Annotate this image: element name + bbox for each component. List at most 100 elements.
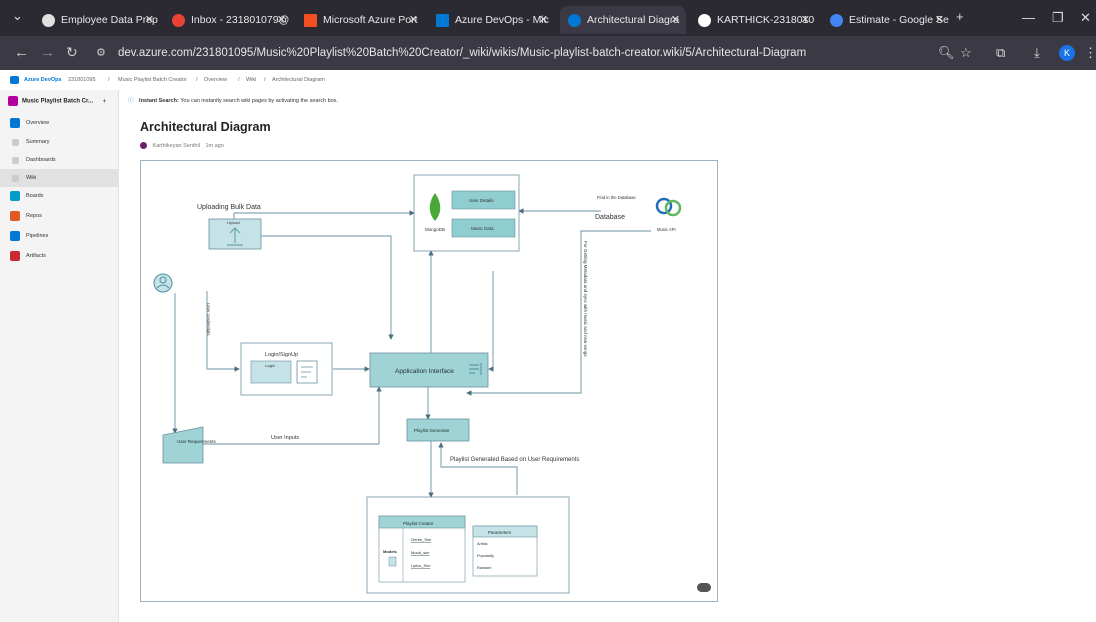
database-label: Database xyxy=(595,214,625,221)
sidebar-item-label: Wiki xyxy=(26,175,37,181)
breadcrumb-page[interactable]: Architectural Diagram xyxy=(272,70,325,90)
user-inputs-label: User Inputs xyxy=(271,435,299,441)
sidebar-item-label: Boards xyxy=(26,193,44,199)
lyrics-sim-label: Lyrics_Sim xyxy=(411,563,431,568)
login-signup-label: Login/SignUp xyxy=(265,352,298,358)
close-icon[interactable]: ✕ xyxy=(277,13,286,26)
overview-icon xyxy=(10,118,20,128)
boards-icon xyxy=(10,191,20,201)
sidebar-item-label: Pipelines xyxy=(26,233,49,239)
sidebar-item-wiki[interactable]: Wiki xyxy=(0,169,118,187)
project-name: Music Playlist Batch Cr... xyxy=(22,98,94,105)
sidebar-item-boards[interactable]: Boards xyxy=(0,187,118,205)
menu-kebab-icon[interactable]: ⋮ xyxy=(1084,45,1096,61)
sidebar-item-repos[interactable]: Repos xyxy=(0,207,118,225)
random-label: Random xyxy=(477,566,491,570)
uploading-bulk-data-label: Uploading Bulk Data xyxy=(197,204,261,211)
back-arrow-icon[interactable]: ← xyxy=(14,44,29,61)
expand-diagram-icon xyxy=(697,583,711,592)
breadcrumb-wiki[interactable]: Wiki xyxy=(246,70,256,90)
extensions-icon[interactable]: ⧉ xyxy=(996,45,1005,61)
metadata-sync-label: For Getting Metadata and sync with music… xyxy=(583,241,588,357)
sidebar-item-dashboards[interactable]: Dashboards xyxy=(0,151,118,169)
tab-search-icon[interactable]: ⌄ xyxy=(12,8,23,24)
left-sidebar: Music Playlist Batch Cr... + Overview Su… xyxy=(0,90,119,622)
info-icon: ⓘ xyxy=(128,98,134,104)
azure-devops-logo-icon[interactable] xyxy=(10,76,19,84)
architecture-diagram: Uploading Bulk Data Upload MongoDB User … xyxy=(140,160,718,602)
music-data-label: Music Data xyxy=(471,226,494,231)
user-credentials-label: User credentials xyxy=(206,303,211,336)
sidebar-item-label: Summary xyxy=(26,139,50,145)
add-icon[interactable]: + xyxy=(103,99,107,105)
close-icon[interactable]: ✕ xyxy=(409,13,418,26)
google-icon xyxy=(830,13,843,27)
browser-tab[interactable]: Azure DevOps - Mic ✕ xyxy=(428,6,554,34)
download-icon[interactable]: ⤓ xyxy=(1034,45,1040,61)
avatar xyxy=(140,142,147,149)
mongodb-label: MongoDB xyxy=(425,227,445,232)
azure-devops-icon xyxy=(568,13,581,27)
sidebar-item-label: Artifacts xyxy=(26,253,46,259)
sidebar-item-overview[interactable]: Overview xyxy=(0,114,118,132)
user-details-label: User Details xyxy=(469,198,494,203)
zoom-icon[interactable]: 🔍︎ xyxy=(938,45,955,61)
close-icon[interactable]: ✕ xyxy=(145,13,154,26)
sidebar-item-pipelines[interactable]: Pipelines xyxy=(0,227,118,245)
minimize-icon[interactable]: — xyxy=(1022,10,1035,25)
close-icon[interactable]: ✕ xyxy=(539,13,548,26)
close-icon[interactable]: ✕ xyxy=(671,13,680,26)
breadcrumb-org[interactable]: 231801095 xyxy=(68,70,96,90)
playlist-creator-label: Playlist Creator xyxy=(403,521,434,526)
reload-icon[interactable]: ↻ xyxy=(66,44,78,61)
repos-icon xyxy=(10,211,20,221)
project-selector[interactable]: Music Playlist Batch Cr... + xyxy=(8,96,106,106)
window-close-icon[interactable]: ✕ xyxy=(1080,10,1091,26)
wiki-icon xyxy=(12,175,19,182)
browser-tab[interactable]: Estimate - Google Se ✕ xyxy=(822,6,950,34)
sidebar-item-label: Repos xyxy=(26,213,42,219)
mood-sim-label: Mood_sim xyxy=(411,550,430,555)
artists-label: Artists xyxy=(477,542,488,546)
instant-search-label: Instant Search: xyxy=(139,98,179,104)
music-api-icon xyxy=(655,197,682,217)
sidebar-item-label: Dashboards xyxy=(26,157,56,163)
browser-tab[interactable]: Microsoft Azure Port ✕ xyxy=(296,6,424,34)
forward-arrow-icon[interactable]: → xyxy=(40,44,55,61)
project-avatar xyxy=(8,96,18,106)
dashboards-icon xyxy=(12,157,19,164)
models-label: Models xyxy=(383,549,398,554)
sidebar-item-label: Overview xyxy=(26,120,49,126)
bookmark-star-icon[interactable]: ☆ xyxy=(960,45,972,61)
browser-tab[interactable]: KARTHICK-2318010 ✕ xyxy=(690,6,816,34)
close-icon[interactable]: ✕ xyxy=(935,13,944,26)
artifacts-icon xyxy=(10,251,20,261)
site-info-icon[interactable]: ⚙ xyxy=(96,41,106,65)
page-author: Karthikeyan Senthil 1m ago xyxy=(140,142,224,149)
instant-search-text: You can instantly search wiki pages by a… xyxy=(180,98,339,104)
breadcrumb-app[interactable]: Azure DevOps xyxy=(24,70,62,90)
address-bar-row: ← → ↻ ⚙ dev.azure.com/231801095/Music%20… xyxy=(0,36,1096,70)
models-icon xyxy=(388,556,397,567)
browser-tab[interactable]: Employee Data Prep ✕ xyxy=(34,6,160,34)
browser-tab-bar: ⌄ Employee Data Prep ✕ Inbox - 231801079… xyxy=(0,0,1096,36)
new-tab-button[interactable]: + xyxy=(956,9,964,24)
sidebar-item-summary[interactable]: Summary xyxy=(0,133,118,151)
url-field[interactable]: ⚙ dev.azure.com/231801095/Music%20Playli… xyxy=(92,41,992,65)
browser-tab[interactable]: Inbox - 231801079@ ✕ xyxy=(164,6,292,34)
breadcrumb-project[interactable]: Music Playlist Batch Creator xyxy=(118,70,187,90)
author-name[interactable]: Karthikeyan Senthil xyxy=(153,143,200,149)
login-label: Login xyxy=(265,363,275,368)
user-requirements-box xyxy=(162,426,204,464)
mongodb-container xyxy=(413,174,520,252)
profile-avatar[interactable]: K xyxy=(1059,45,1075,61)
parameters-label: Parameters xyxy=(488,530,512,535)
restore-icon[interactable]: ❐ xyxy=(1052,10,1064,26)
sidebar-item-artifacts[interactable]: Artifacts xyxy=(0,247,118,265)
breadcrumb-section[interactable]: Overview xyxy=(204,70,227,90)
diagram-canvas: Uploading Bulk Data Upload MongoDB User … xyxy=(153,174,711,594)
close-icon[interactable]: ✕ xyxy=(801,13,810,26)
pipelines-icon xyxy=(10,231,20,241)
find-in-database-label: Find in the Database xyxy=(597,195,636,200)
browser-tab-active[interactable]: Architectural Diagra ✕ xyxy=(560,6,686,34)
